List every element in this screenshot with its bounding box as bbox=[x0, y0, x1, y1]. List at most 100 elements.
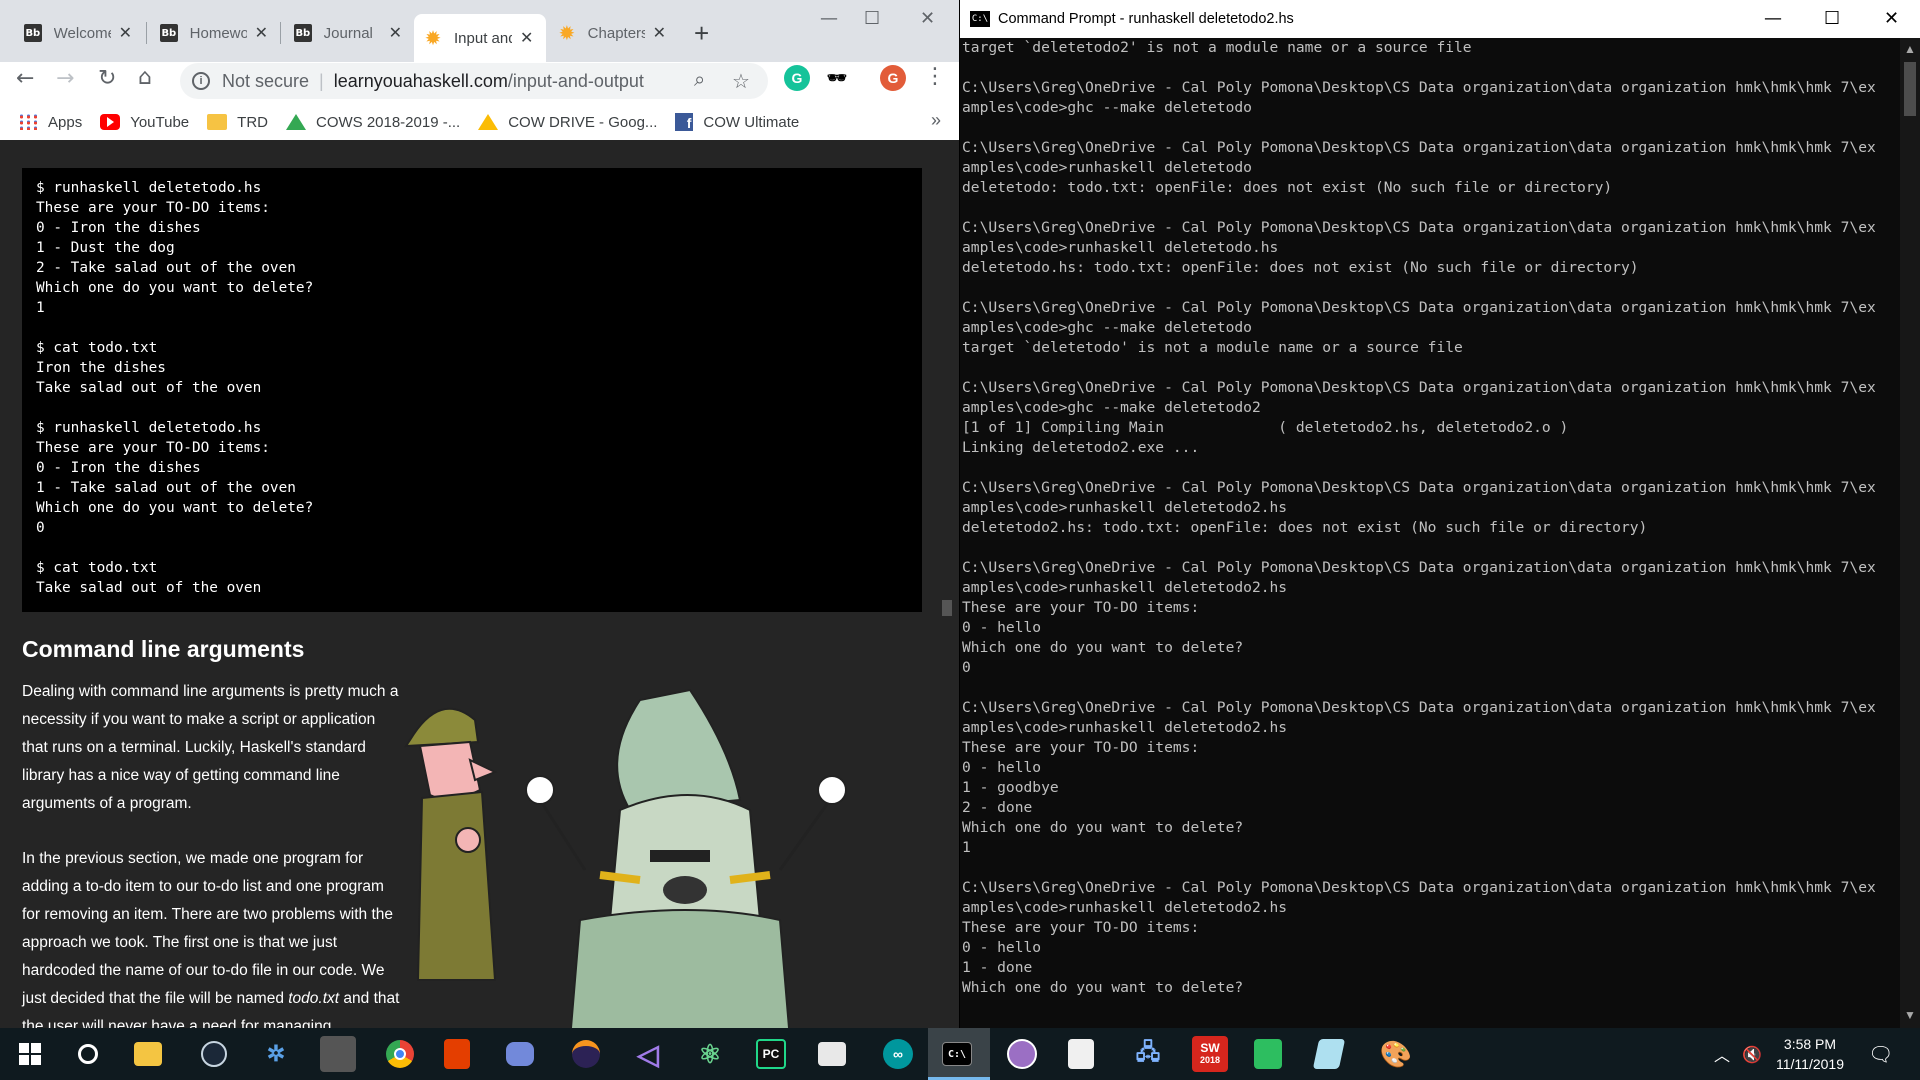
star-icon[interactable]: ☆ bbox=[732, 69, 750, 94]
maximize-button[interactable]: ☐ bbox=[1824, 8, 1840, 29]
show-hidden-icons[interactable]: ︿ bbox=[1714, 1028, 1730, 1080]
bookmark-youtube[interactable]: YouTube bbox=[100, 114, 189, 131]
menu-icon[interactable]: ⋮ bbox=[924, 64, 946, 89]
tab-strip: Bb Welcome ✕ Bb Homework ✕ Bb Journal ✕ … bbox=[0, 0, 959, 62]
system-clock[interactable]: 3:58 PM 11/11/2019 bbox=[1770, 1034, 1850, 1074]
scroll-down-icon[interactable]: ▼ bbox=[1904, 1008, 1916, 1022]
page-content: $ runhaskell deletetodo.hs These are you… bbox=[0, 140, 959, 1028]
close-icon[interactable]: ✕ bbox=[255, 23, 268, 43]
sun-icon: ✹ bbox=[424, 26, 442, 50]
clock-time: 3:58 PM bbox=[1783, 1036, 1837, 1052]
office-icon[interactable] bbox=[444, 1039, 470, 1069]
paragraph-2: In the previous section, we made one pro… bbox=[22, 845, 402, 1028]
cmd-title-bar: C:\ Command Prompt - runhaskell deleteto… bbox=[960, 0, 1920, 38]
search-icon[interactable]: ⌕ bbox=[694, 69, 705, 92]
paint-icon[interactable]: 🎨 bbox=[1378, 1036, 1414, 1072]
close-icon[interactable]: ✕ bbox=[389, 23, 402, 43]
forward-button[interactable]: → bbox=[56, 66, 74, 91]
bookmark-label: Apps bbox=[48, 113, 83, 131]
bookmark-cows[interactable]: COWS 2018-2019 -... bbox=[285, 114, 460, 131]
taskbar: ✲ ◁ ⚛ PC ∞ C:\ 🖧 SW 2018 🎨 ︿ 🔇 3:58 PM 11… bbox=[0, 1028, 1920, 1080]
tab-separator bbox=[146, 22, 147, 44]
code-text: $ runhaskell deletetodo.hs These are you… bbox=[36, 180, 314, 596]
avatar[interactable]: G bbox=[880, 65, 906, 91]
volume-muted-icon[interactable]: 🔇 bbox=[1742, 1028, 1762, 1080]
facebook-icon: f bbox=[675, 113, 694, 131]
evernote-icon[interactable] bbox=[1254, 1039, 1282, 1069]
minimize-button[interactable]: — bbox=[820, 8, 838, 29]
new-tab-button[interactable]: + bbox=[694, 18, 709, 49]
bookmark-cow-drive[interactable]: COW DRIVE - Goog... bbox=[478, 114, 657, 131]
close-icon[interactable]: ✕ bbox=[520, 28, 533, 48]
blender-icon[interactable]: ✲ bbox=[258, 1036, 294, 1072]
reload-button[interactable]: ↻ bbox=[98, 66, 116, 91]
sun-icon: ✹ bbox=[558, 21, 576, 45]
tab-welcome[interactable]: Bb Welcome ✕ bbox=[14, 14, 142, 52]
minimize-button[interactable]: — bbox=[1764, 8, 1782, 29]
pycharm-icon[interactable]: PC bbox=[756, 1039, 786, 1069]
scroll-up-icon[interactable]: ▲ bbox=[1904, 42, 1916, 56]
game-icon[interactable] bbox=[320, 1036, 356, 1072]
section-heading: Command line arguments bbox=[22, 636, 305, 662]
cmd-title: Command Prompt - runhaskell deletetodo2.… bbox=[998, 11, 1294, 27]
photos-icon[interactable] bbox=[818, 1042, 846, 1066]
clock-date: 11/11/2019 bbox=[1776, 1056, 1844, 1072]
scrollbar-marker[interactable] bbox=[942, 600, 952, 616]
tab-label: Welcome bbox=[53, 24, 111, 42]
notepad-icon[interactable] bbox=[1312, 1039, 1346, 1069]
oneNote-icon[interactable] bbox=[1004, 1036, 1040, 1072]
close-window-button[interactable]: ✕ bbox=[1884, 8, 1899, 29]
tab-label: Homework bbox=[189, 24, 247, 42]
solidworks-icon[interactable]: SW 2018 bbox=[1192, 1036, 1228, 1072]
incognito-extension-icon[interactable]: 🕶 bbox=[824, 65, 850, 91]
discord-icon[interactable] bbox=[506, 1042, 534, 1066]
bookmark-label: COW DRIVE - Goog... bbox=[508, 113, 658, 131]
tab-label: Journal bbox=[323, 24, 373, 42]
info-icon[interactable]: i bbox=[192, 72, 210, 90]
bookmark-trd[interactable]: TRD bbox=[207, 114, 268, 131]
notifications-icon[interactable]: 🗨 bbox=[1868, 1028, 1893, 1080]
back-button[interactable]: ← bbox=[16, 66, 34, 91]
soldier-figure bbox=[404, 707, 498, 981]
cartoon-illustration bbox=[404, 688, 847, 1028]
close-icon[interactable]: ✕ bbox=[119, 23, 132, 43]
bookmark-cow-ultimate[interactable]: f COW Ultimate bbox=[675, 113, 799, 131]
network-icon[interactable]: 🖧 bbox=[1130, 1036, 1166, 1072]
home-button[interactable]: ⌂ bbox=[138, 65, 152, 90]
security-label: Not secure bbox=[222, 70, 310, 91]
blackboard-icon: Bb bbox=[24, 24, 42, 42]
start-icon[interactable] bbox=[12, 1036, 48, 1072]
bookmark-label: TRD bbox=[237, 113, 268, 131]
solidworks-mark: SW bbox=[1200, 1041, 1220, 1055]
divider: | bbox=[319, 70, 324, 91]
scroll-thumb[interactable] bbox=[1904, 62, 1916, 116]
tab-label: Chapters bbox=[587, 24, 645, 42]
tab-homework[interactable]: Bb Homework ✕ bbox=[150, 14, 278, 52]
cmd-scrollbar[interactable]: ▲ ▼ bbox=[1900, 38, 1920, 1028]
arduino-icon[interactable]: ∞ bbox=[880, 1036, 916, 1072]
console-output[interactable]: target `deletetodo2' is not a module nam… bbox=[962, 38, 1900, 1028]
grammarly-icon[interactable]: G bbox=[784, 65, 810, 91]
tab-chapters[interactable]: ✹ Chapters ✕ bbox=[548, 14, 676, 52]
steam-icon[interactable] bbox=[196, 1036, 232, 1072]
code-block: $ runhaskell deletetodo.hs These are you… bbox=[22, 168, 922, 612]
tab-input-and-output[interactable]: ✹ Input and Output ✕ bbox=[414, 14, 546, 62]
close-window-button[interactable]: ✕ bbox=[920, 8, 935, 29]
chrome-icon[interactable] bbox=[382, 1036, 418, 1072]
maximize-button[interactable]: ☐ bbox=[864, 8, 880, 29]
cortana-icon[interactable] bbox=[70, 1036, 106, 1072]
command-prompt-icon[interactable]: C:\ bbox=[942, 1042, 972, 1066]
tab-journal[interactable]: Bb Journal ✕ bbox=[284, 14, 412, 52]
close-icon[interactable]: ✕ bbox=[653, 23, 666, 43]
eclipse-icon[interactable] bbox=[568, 1036, 604, 1072]
drive-icon bbox=[478, 114, 499, 130]
bookmark-label: COW Ultimate bbox=[703, 113, 800, 131]
visual-studio-icon[interactable]: ◁ bbox=[630, 1036, 666, 1072]
acrobat-icon[interactable] bbox=[1068, 1039, 1094, 1069]
more-bookmarks-icon[interactable]: » bbox=[931, 110, 941, 131]
atom-icon[interactable]: ⚛ bbox=[692, 1036, 728, 1072]
address-bar[interactable]: i Not secure | learnyouahaskell.com/inpu… bbox=[180, 63, 768, 99]
bookmark-apps[interactable]: Apps bbox=[18, 114, 82, 131]
browser-toolbar: ← → ↻ ⌂ i Not secure | learnyouahaskell.… bbox=[0, 62, 959, 152]
file-explorer-icon[interactable] bbox=[134, 1042, 162, 1066]
